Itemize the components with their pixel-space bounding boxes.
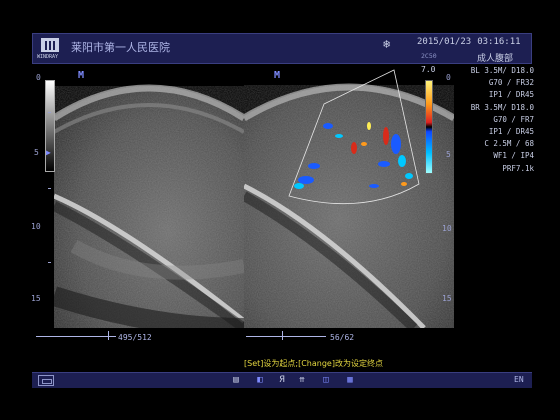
brand-name: WINDRAY [37,54,59,60]
depth-label-right-0: 0 [446,73,451,82]
orientation-marker-left: M [78,70,85,81]
focus-marker-icon: ▶ [46,148,51,157]
split-screen-icon[interactable]: ◫ [320,374,332,386]
header-bar: WINDRAY 莱阳市第一人民医院 ❄ 2015/01/23 03:16:11 2… [32,33,532,64]
param-row: IP1 / DR45 [488,127,534,137]
annotation-icon[interactable]: Я [276,374,288,386]
depth-tick [48,188,51,189]
keyboard-icon[interactable] [38,375,54,386]
param-row: BR 3.5M/ D18.0 [470,102,534,112]
param-row: BL 3.5M/ D18.0 [470,66,534,75]
depth-label-left-5: 5 [34,148,39,157]
quad-screen-icon[interactable]: ▦ [344,374,356,386]
date-time: 2015/01/23 03:16:11 [417,37,527,47]
b-mode-image-left[interactable] [54,66,244,328]
cine-slider-right-handle[interactable] [282,331,283,340]
freeze-icon[interactable]: ❄ [383,37,390,51]
color-scale-max: 7.0 [421,65,436,74]
language-indicator[interactable]: EN [514,375,524,384]
brand-logo: WINDRAY [37,37,63,61]
param-row: IP1 / DR45 [488,90,534,100]
cine-counter-right: 56/62 [330,333,355,342]
param-row: C 2.5M / 68 [484,139,534,149]
param-row: PRF7.1k [502,163,534,173]
gray-scale-zero: 0 [36,73,41,82]
depth-tick [48,112,51,113]
orientation-marker-right: M [274,70,281,81]
depth-label-right-15: 15 [442,294,452,303]
cine-slider-right[interactable] [246,336,326,337]
depth-label-left-15: 15 [31,294,41,303]
parameter-panel: BL 3.5M/ D18.0 G70 / FR32 IP1 / DR45 BR … [454,65,534,175]
cine-slider-left[interactable] [36,336,116,337]
depth-label-left-10: 10 [31,222,41,231]
cine-slider-left-handle[interactable] [108,331,109,340]
exam-preset[interactable]: 成人腹部 [477,51,513,64]
footer-bar: ▤ ◧ Я ⇈ ◫ ▦ EN [32,372,532,388]
param-row: G70 / FR32 [488,78,534,88]
status-message: [Set]设为起点;[Change]改为设定终点 [244,359,383,368]
document-icon[interactable]: ▤ [230,374,242,386]
param-row: WF1 / IP4 [493,151,534,161]
date-text: 2015/01/23 [417,37,472,47]
measure-icon[interactable]: ◧ [254,374,266,386]
color-doppler-image-right[interactable] [244,66,454,328]
param-row: G70 / FR7 [493,114,534,124]
time-text: 03:16:11 [477,37,521,47]
depth-label-right-10: 10 [442,224,452,233]
body-mark-icon[interactable]: ⇈ [296,374,308,386]
depth-tick [48,262,51,263]
ultrasound-screen: { "header": { "brand": "WINDRAY", "hospi… [0,0,560,420]
probe-label: 2C50 [421,52,437,60]
gray-scale-bar [45,80,55,172]
color-velocity-bar [425,80,433,174]
depth-label-right-5: 5 [446,150,451,159]
windray-logo-icon [41,38,59,52]
cine-counter-left: 495/512 [118,333,152,342]
hospital-name: 莱阳市第一人民医院 [71,41,170,54]
